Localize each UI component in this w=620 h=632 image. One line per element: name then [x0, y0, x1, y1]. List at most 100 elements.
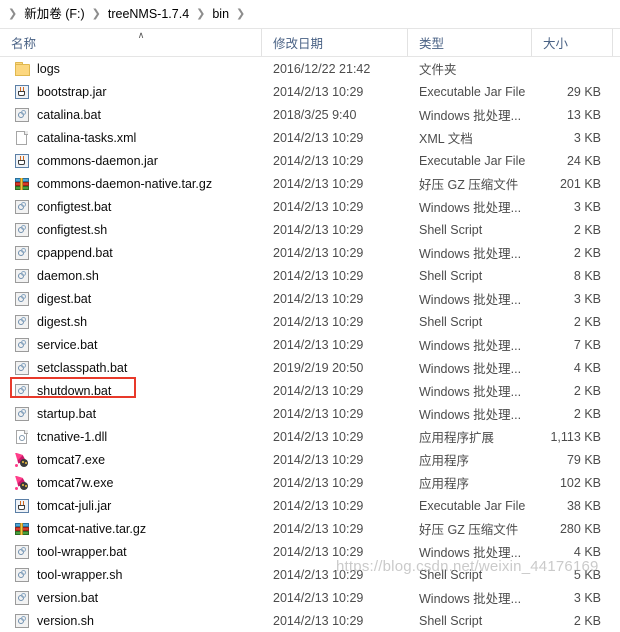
file-type-cell: Windows 批处理...: [419, 408, 522, 422]
file-type-cell: Windows 批处理...: [419, 592, 522, 606]
file-row[interactable]: digest.sh 2014/2/13 10:29 Shell Script 2 KB: [0, 310, 620, 333]
file-row[interactable]: bootstrap.jar 2014/2/13 10:29 Executable J…: [0, 80, 620, 103]
file-row[interactable]: tool-wrapper.bat 2014/2/13 10:29 Windows 批…: [0, 540, 620, 563]
file-type-cell: Windows 批处理...: [419, 385, 522, 399]
file-name-cell[interactable]: setclasspath.bat: [0, 360, 262, 376]
file-row[interactable]: tomcat7.exe 2014/2/13 10:29 应用程序 79 KB: [0, 448, 620, 471]
file-name-cell[interactable]: tomcat7w.exe: [0, 475, 262, 491]
breadcrumb-separator-0: ❯: [8, 8, 18, 20]
breadcrumb-item-1[interactable]: treeNMS-1.7.4: [105, 0, 192, 28]
file-type-cell: 好压 GZ 压缩文件: [419, 523, 519, 537]
file-list[interactable]: logs 2016/12/22 21:42 文件夹 bootstrap.jar 2014…: [0, 57, 620, 632]
file-row[interactable]: startup.bat 2014/2/13 10:29 Windows 批处理...…: [0, 402, 620, 425]
file-row[interactable]: configtest.sh 2014/2/13 10:29 Shell Script…: [0, 218, 620, 241]
script-icon: [14, 544, 30, 560]
file-type-cell: Executable Jar File: [419, 153, 526, 168]
file-date-cell: 2014/2/13 10:29: [273, 222, 364, 237]
file-type-cell: Windows 批处理...: [419, 546, 522, 560]
script-icon: [14, 268, 30, 284]
file-size-cell: 2 KB: [573, 245, 601, 260]
file-name-cell[interactable]: tool-wrapper.bat: [0, 544, 262, 560]
file-name-cell[interactable]: startup.bat: [0, 406, 262, 422]
file-row[interactable]: tomcat-native.tar.gz 2014/2/13 10:29 好压 GZ…: [0, 517, 620, 540]
file-type-cell: Executable Jar File: [419, 84, 526, 99]
file-name-cell[interactable]: tool-wrapper.sh: [0, 567, 262, 583]
file-name-label: tool-wrapper.bat: [37, 544, 127, 559]
file-date-cell: 2014/2/13 10:29: [273, 406, 364, 421]
file-name-cell[interactable]: tcnative-1.dll: [0, 429, 262, 445]
file-type-cell: Shell Script: [419, 222, 483, 237]
file-name-cell[interactable]: commons-daemon.jar: [0, 153, 262, 169]
sort-ascending-icon: ∧: [137, 30, 145, 40]
file-name-cell[interactable]: tomcat-juli.jar: [0, 498, 262, 514]
file-name-cell[interactable]: logs: [0, 61, 262, 77]
file-row[interactable]: commons-daemon.jar 2014/2/13 10:29 Executa…: [0, 149, 620, 172]
column-header-name[interactable]: 名称 ∧: [0, 29, 262, 56]
file-row[interactable]: configtest.bat 2014/2/13 10:29 Windows 批处理…: [0, 195, 620, 218]
file-name-cell[interactable]: tomcat7.exe: [0, 452, 262, 468]
file-row[interactable]: tomcat-juli.jar 2014/2/13 10:29 Executable…: [0, 494, 620, 517]
file-name-cell[interactable]: catalina-tasks.xml: [0, 130, 262, 146]
file-name-cell[interactable]: bootstrap.jar: [0, 84, 262, 100]
exe-icon: [14, 475, 30, 491]
file-row[interactable]: setclasspath.bat 2019/2/19 20:50 Windows 批…: [0, 356, 620, 379]
file-row[interactable]: logs 2016/12/22 21:42 文件夹: [0, 57, 620, 80]
file-name-cell[interactable]: version.bat: [0, 590, 262, 606]
column-header-type[interactable]: 类型: [408, 29, 532, 56]
file-name-cell[interactable]: configtest.sh: [0, 222, 262, 238]
folder-icon: [14, 61, 30, 77]
file-row[interactable]: version.bat 2014/2/13 10:29 Windows 批处理...…: [0, 586, 620, 609]
script-icon: [14, 567, 30, 583]
file-date-cell: 2014/2/13 10:29: [273, 475, 364, 490]
file-row[interactable]: cpappend.bat 2014/2/13 10:29 Windows 批处理..…: [0, 241, 620, 264]
file-name-label: commons-daemon-native.tar.gz: [37, 176, 213, 191]
file-date-cell: 2014/2/13 10:29: [273, 544, 364, 559]
script-icon: [14, 337, 30, 353]
file-type-cell: Windows 批处理...: [419, 362, 522, 376]
file-name-cell[interactable]: digest.bat: [0, 291, 262, 307]
file-name-cell[interactable]: version.sh: [0, 613, 262, 629]
file-date-cell: 2014/2/13 10:29: [273, 567, 364, 582]
column-header-date-label: 修改日期: [273, 37, 324, 51]
file-name-cell[interactable]: digest.sh: [0, 314, 262, 330]
breadcrumb-item-2[interactable]: bin: [209, 0, 232, 28]
file-row[interactable]: daemon.sh 2014/2/13 10:29 Shell Script 8 KB: [0, 264, 620, 287]
file-name-cell[interactable]: shutdown.bat: [0, 383, 262, 399]
script-icon: [14, 360, 30, 376]
file-date-cell: 2014/2/13 10:29: [273, 130, 364, 145]
file-row[interactable]: tomcat7w.exe 2014/2/13 10:29 应用程序 102 KB: [0, 471, 620, 494]
file-row[interactable]: service.bat 2014/2/13 10:29 Windows 批处理...…: [0, 333, 620, 356]
breadcrumb[interactable]: ❯ 新加卷 (F:) ❯ treeNMS-1.7.4 ❯ bin ❯: [0, 0, 620, 28]
file-row[interactable]: shutdown.bat 2014/2/13 10:29 Windows 批处理..…: [0, 379, 620, 402]
file-row[interactable]: commons-daemon-native.tar.gz 2014/2/13 10…: [0, 172, 620, 195]
file-name-cell[interactable]: daemon.sh: [0, 268, 262, 284]
file-name-label: shutdown.bat: [37, 383, 112, 398]
file-size-cell: 280 KB: [559, 521, 601, 536]
file-size-cell: 2 KB: [573, 314, 601, 329]
document-icon: [14, 130, 30, 146]
file-row[interactable]: digest.bat 2014/2/13 10:29 Windows 批处理... 3…: [0, 287, 620, 310]
file-name-cell[interactable]: catalina.bat: [0, 107, 262, 123]
file-size-cell: 2 KB: [573, 613, 601, 628]
file-name-cell[interactable]: configtest.bat: [0, 199, 262, 215]
file-name-cell[interactable]: tomcat-native.tar.gz: [0, 521, 262, 537]
file-name-cell[interactable]: commons-daemon-native.tar.gz: [0, 176, 262, 192]
file-name-label: configtest.sh: [37, 222, 108, 237]
script-icon: [14, 291, 30, 307]
file-type-cell: Shell Script: [419, 567, 483, 582]
file-size-cell: 201 KB: [559, 176, 601, 191]
column-header-size[interactable]: 大小: [532, 29, 613, 56]
script-icon: [14, 107, 30, 123]
file-row[interactable]: version.sh 2014/2/13 10:29 Shell Script 2 K…: [0, 609, 620, 632]
jar-icon: [14, 153, 30, 169]
file-row[interactable]: tcnative-1.dll 2014/2/13 10:29 应用程序扩展 1,113…: [0, 425, 620, 448]
column-header-date[interactable]: 修改日期: [262, 29, 408, 56]
file-date-cell: 2014/2/13 10:29: [273, 199, 364, 214]
dll-icon: [14, 429, 30, 445]
file-row[interactable]: tool-wrapper.sh 2014/2/13 10:29 Shell Scri…: [0, 563, 620, 586]
file-row[interactable]: catalina.bat 2018/3/25 9:40 Windows 批处理...…: [0, 103, 620, 126]
breadcrumb-item-0[interactable]: 新加卷 (F:): [21, 0, 87, 28]
file-row[interactable]: catalina-tasks.xml 2014/2/13 10:29 XML 文档 3…: [0, 126, 620, 149]
file-name-cell[interactable]: cpappend.bat: [0, 245, 262, 261]
file-name-cell[interactable]: service.bat: [0, 337, 262, 353]
